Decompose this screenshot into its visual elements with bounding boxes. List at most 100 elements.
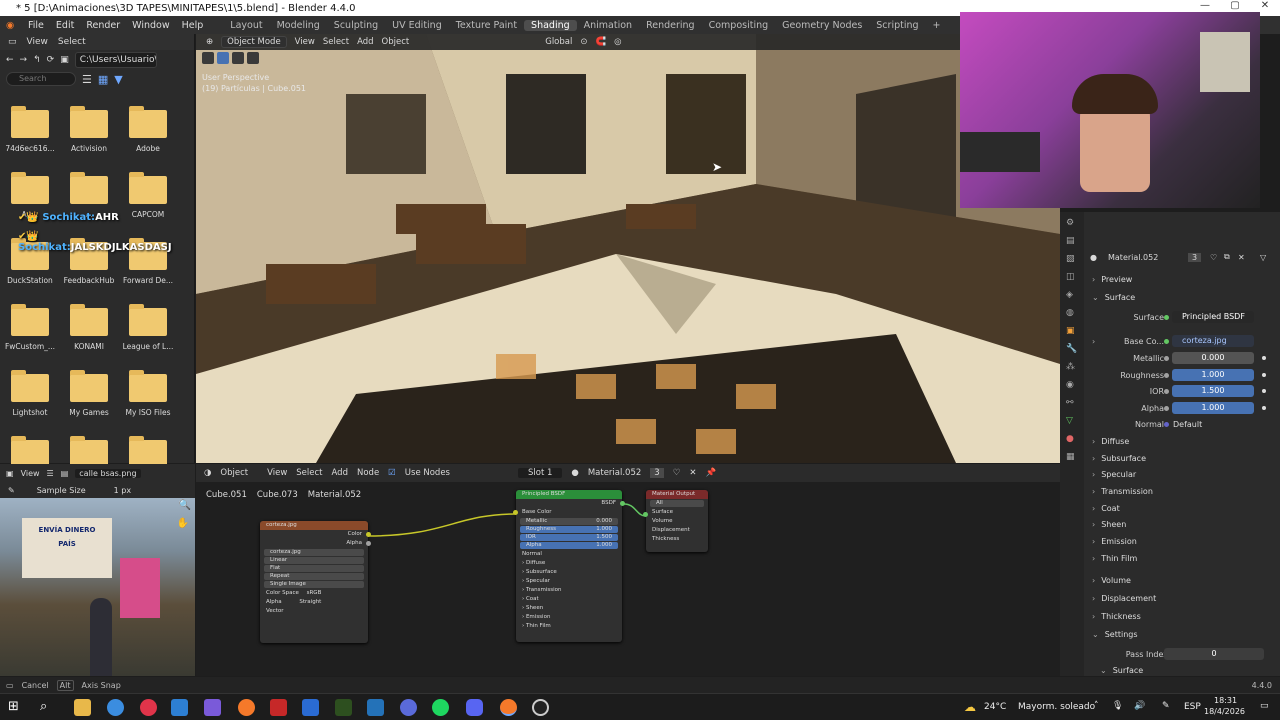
- material-sphere-icon[interactable]: ●: [571, 468, 578, 478]
- select-new-icon[interactable]: [217, 52, 229, 64]
- data-tab-icon[interactable]: ▽: [1066, 416, 1077, 426]
- folder-item[interactable]: CAPCOM: [119, 172, 177, 219]
- forward-arrow-icon[interactable]: →: [20, 55, 28, 65]
- eyedropper-icon[interactable]: ✎: [8, 486, 15, 495]
- fake-user-icon[interactable]: ♡: [673, 468, 681, 478]
- use-nodes-checkbox[interactable]: ☑: [388, 468, 396, 478]
- tool-tab-icon[interactable]: ⚙: [1066, 218, 1077, 228]
- source-dropdown[interactable]: Single Image: [264, 581, 364, 588]
- windows-start-icon[interactable]: ⊞: [8, 699, 25, 716]
- users-count[interactable]: 3: [1188, 252, 1202, 262]
- section-settings[interactable]: Settings: [1084, 626, 1280, 642]
- ie-menu-view[interactable]: View: [21, 469, 40, 478]
- blender-active-icon[interactable]: [500, 699, 517, 716]
- hand-icon[interactable]: ✋: [177, 518, 189, 529]
- keyframe-dot-icon[interactable]: [1262, 356, 1266, 360]
- roughness-field[interactable]: Roughness 1.000: [520, 526, 618, 533]
- base-color-input-socket[interactable]: [513, 510, 518, 515]
- pivot-icon[interactable]: ⊙: [580, 37, 587, 47]
- world-tab-icon[interactable]: ◍: [1066, 308, 1077, 318]
- section-emission[interactable]: Emission: [1084, 533, 1280, 549]
- tab-texture-paint[interactable]: Texture Paint: [449, 20, 524, 31]
- object-type-dropdown[interactable]: Object: [220, 468, 248, 478]
- alpha-mode-row[interactable]: Alpha Straight: [260, 598, 368, 607]
- panel-diffuse[interactable]: › Diffuse: [516, 559, 622, 568]
- snap-icon[interactable]: 🧲: [595, 37, 606, 47]
- weather-icon[interactable]: ☁: [964, 700, 976, 714]
- fb-menu-select[interactable]: Select: [58, 37, 86, 47]
- roughness-field[interactable]: 1.000: [1172, 369, 1254, 381]
- alpha-field[interactable]: Alpha 1.000: [520, 542, 618, 549]
- tab-scripting[interactable]: Scripting: [869, 20, 925, 31]
- proportional-edit-icon[interactable]: ◎: [614, 37, 621, 47]
- close-button[interactable]: ✕: [1250, 0, 1280, 11]
- 3d-viewport[interactable]: ⊕ Object Mode View Select Add Object Glo…: [196, 34, 1060, 463]
- material-name-field[interactable]: Material.052: [588, 468, 641, 478]
- panel-subsurface[interactable]: › Subsurface: [516, 568, 622, 577]
- users-count[interactable]: 3: [650, 468, 664, 478]
- chrome-icon[interactable]: [107, 699, 124, 716]
- editor-type-icon[interactable]: ◑: [204, 468, 211, 478]
- mode-dropdown[interactable]: Object Mode: [221, 36, 287, 48]
- fb-menu-view[interactable]: View: [27, 37, 48, 47]
- output-tab-icon[interactable]: ▧: [1066, 254, 1077, 264]
- folder-item[interactable]: Activision: [60, 106, 118, 153]
- image-texture-node[interactable]: corteza.jpg Color Alpha corteza.jpg Line…: [260, 521, 371, 643]
- clock-time[interactable]: 18:31: [1214, 696, 1237, 705]
- object-tab-icon[interactable]: ▣: [1066, 326, 1077, 336]
- tab-uv-editing[interactable]: UV Editing: [385, 20, 449, 31]
- edge-icon[interactable]: [171, 699, 188, 716]
- menu-edit[interactable]: Edit: [50, 20, 80, 31]
- ne-menu-node[interactable]: Node: [357, 468, 379, 478]
- minimize-button[interactable]: —: [1190, 0, 1220, 11]
- material-tab-icon[interactable]: ●: [1066, 434, 1077, 444]
- vp-menu-select[interactable]: Select: [323, 37, 349, 47]
- menu-help[interactable]: Help: [176, 20, 210, 31]
- keyframe-dot-icon[interactable]: [1262, 373, 1266, 377]
- section-specular[interactable]: Specular: [1084, 466, 1280, 482]
- output-target-dropdown[interactable]: All: [650, 500, 704, 507]
- add-workspace-button[interactable]: +: [926, 20, 948, 31]
- search-input[interactable]: Search: [6, 72, 76, 86]
- path-field[interactable]: C:\Users\Usuario\D...: [74, 52, 157, 68]
- clock-date[interactable]: 18/4/2026: [1204, 707, 1245, 716]
- scene-tab-icon[interactable]: ◈: [1066, 290, 1077, 300]
- base-color-field[interactable]: corteza.jpg: [1172, 335, 1254, 347]
- particles-tab-icon[interactable]: ⁂: [1066, 362, 1077, 372]
- keyframe-dot-icon[interactable]: [1262, 389, 1266, 393]
- duplicate-icon[interactable]: ⧉: [1224, 252, 1230, 262]
- panel-emission[interactable]: › Emission: [516, 613, 622, 622]
- editor-type-icon[interactable]: ▭: [8, 37, 17, 47]
- panel-sheen[interactable]: › Sheen: [516, 604, 622, 613]
- discord-icon[interactable]: [466, 699, 483, 716]
- constraints-tab-icon[interactable]: ⚯: [1066, 398, 1077, 408]
- language-indicator[interactable]: ESP: [1184, 702, 1201, 712]
- color-output-socket[interactable]: [366, 532, 371, 537]
- section-subsurface[interactable]: Subsurface: [1084, 450, 1280, 466]
- menu-lines-icon[interactable]: ☰: [47, 469, 54, 478]
- tab-shading[interactable]: Shading: [524, 19, 577, 31]
- unlink-icon[interactable]: ✕: [689, 468, 696, 478]
- vp-menu-add[interactable]: Add: [357, 37, 373, 47]
- section-sheen[interactable]: Sheen: [1084, 516, 1280, 532]
- zoom-icon[interactable]: 🔍: [179, 500, 191, 511]
- alpha-output-socket[interactable]: [366, 541, 371, 546]
- search-icon[interactable]: ⌕: [40, 699, 57, 716]
- back-arrow-icon[interactable]: ←: [6, 55, 14, 65]
- folder-item[interactable]: League of L...: [119, 304, 177, 351]
- opera-icon[interactable]: [140, 699, 157, 716]
- keyframe-dot-icon[interactable]: [1262, 406, 1266, 410]
- menu-file[interactable]: File: [22, 20, 50, 31]
- section-displacement[interactable]: Displacement: [1084, 590, 1280, 606]
- folder-item[interactable]: Lightshot: [1, 370, 59, 417]
- panel-transmission[interactable]: › Transmission: [516, 586, 622, 595]
- tab-rendering[interactable]: Rendering: [639, 20, 702, 31]
- maximize-button[interactable]: ▢: [1220, 0, 1250, 11]
- menu-window[interactable]: Window: [126, 20, 175, 31]
- weather-temp[interactable]: 24°C: [984, 702, 1006, 712]
- section-transmission[interactable]: Transmission: [1084, 483, 1280, 499]
- surface-input-socket[interactable]: [643, 512, 648, 517]
- tab-sculpting[interactable]: Sculpting: [327, 20, 385, 31]
- unlink-icon[interactable]: ✕: [1238, 253, 1245, 262]
- vscode-icon[interactable]: [367, 699, 384, 716]
